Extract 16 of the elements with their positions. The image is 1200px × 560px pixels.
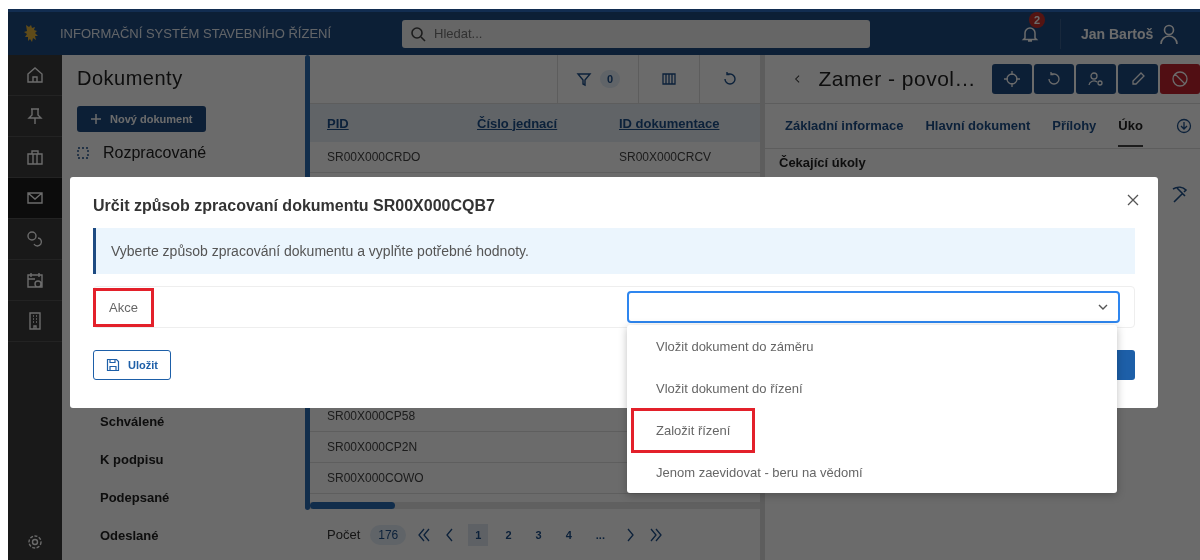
detail-title: Zamer - povol…	[818, 67, 976, 91]
info-message: Vyberte způsob zpracování dokumentu a vyplňte potřebné hodnoty.	[93, 228, 1135, 274]
notification-count: 2	[1029, 11, 1046, 28]
table-cell: SR00X000CP2N	[327, 440, 418, 454]
panel-title: Dokumenty	[77, 67, 184, 90]
app-title: INFORMAČNÍ SYSTÉM STAVEBNÍHO ŘÍZENÍ	[60, 26, 333, 41]
table-cell: SR00X000CRDO	[327, 150, 421, 164]
table-cell: SR00X000CRCV	[619, 150, 712, 164]
section-title: Čekající úkoly	[778, 154, 867, 170]
table-cell: SR00X000CP58	[327, 409, 416, 423]
dialog-title: Určit způsob zpracovaní dokumentu SR00X000CQB7	[93, 197, 496, 215]
table-cell: SR00X000COWO	[327, 471, 424, 485]
count-label: Počet	[327, 527, 361, 542]
field-label: Akce	[93, 287, 154, 327]
count-badge: 176	[370, 524, 407, 545]
filter-count: 0	[599, 70, 621, 88]
